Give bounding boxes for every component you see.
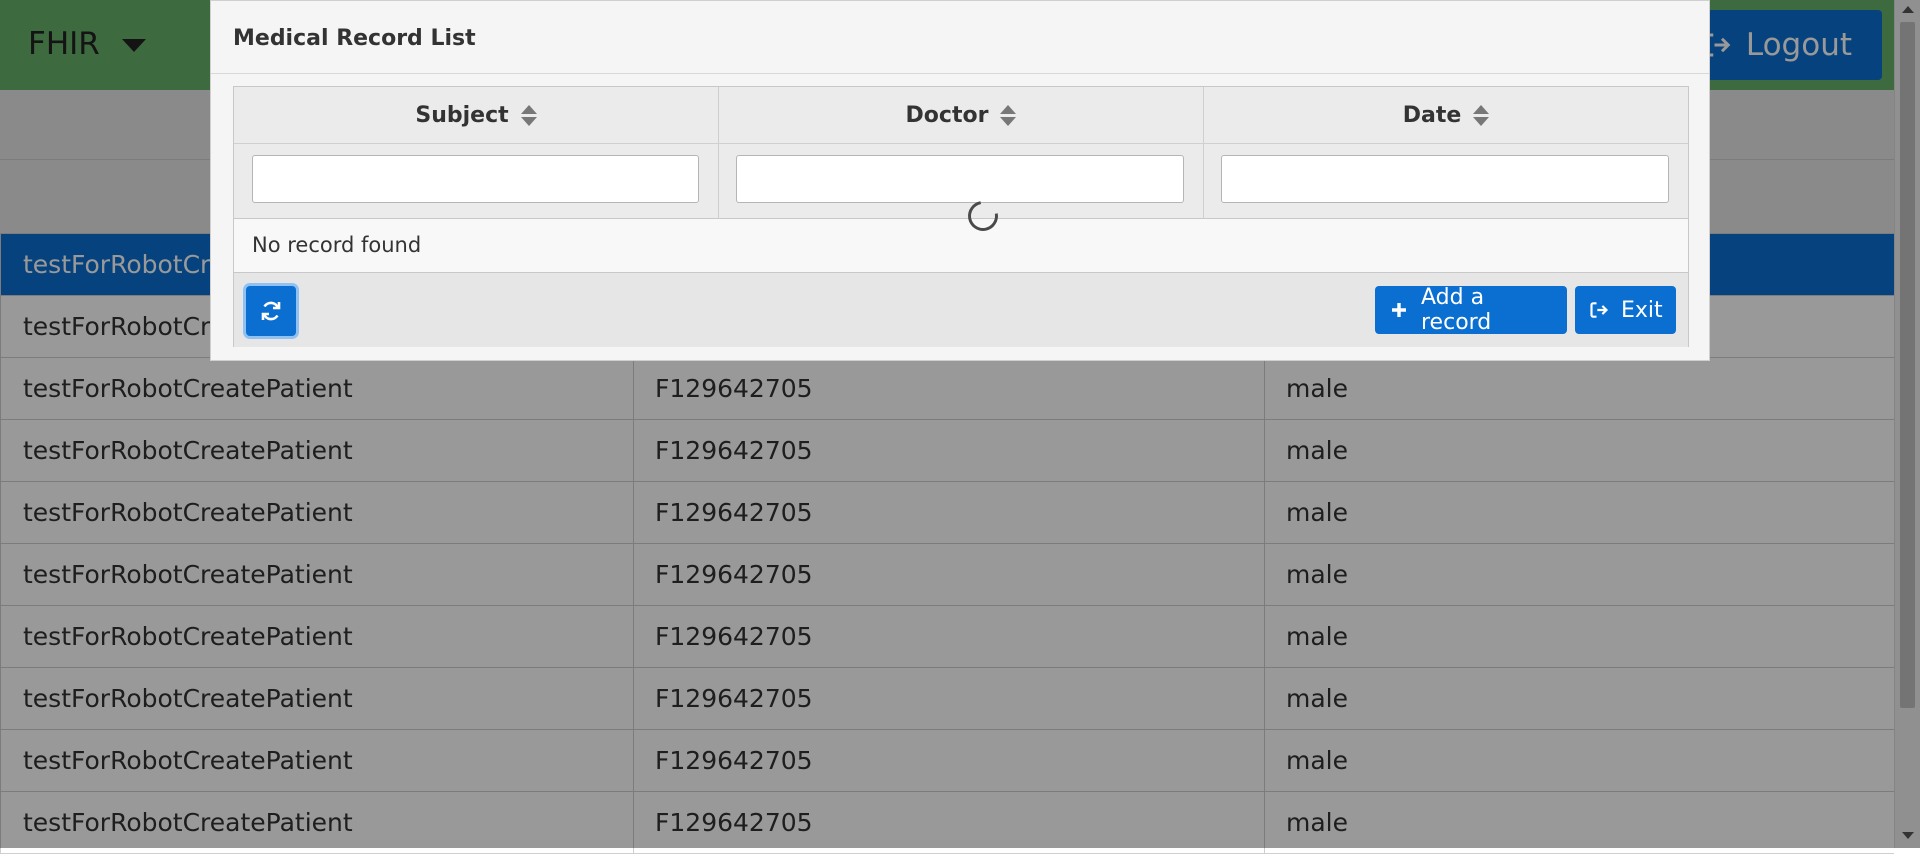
divider (211, 73, 1709, 74)
column-label: Date (1402, 102, 1462, 128)
column-divider (718, 87, 719, 219)
dialog-title: Medical Record List (233, 26, 476, 51)
empty-message-row: No record found (234, 220, 1688, 273)
empty-message: No record found (252, 233, 422, 257)
column-header-date[interactable]: Date (1204, 87, 1688, 144)
column-header-doctor[interactable]: Doctor (719, 87, 1203, 144)
table-footer-toolbar: Add a record Exit (234, 273, 1688, 347)
doctor-filter-input[interactable] (736, 155, 1184, 203)
subject-filter-input[interactable] (252, 155, 699, 203)
sign-out-icon (1590, 302, 1609, 318)
sort-icon (520, 104, 537, 126)
medical-record-table: Subject Doctor Date No record found Add … (233, 86, 1689, 347)
add-record-label: Add a record (1421, 285, 1492, 335)
column-divider (1203, 87, 1204, 219)
sort-icon (1473, 104, 1490, 126)
refresh-button[interactable] (246, 286, 296, 336)
add-record-button[interactable]: Add a record (1375, 285, 1567, 335)
exit-button[interactable]: Exit (1575, 286, 1676, 334)
exit-label: Exit (1621, 297, 1663, 323)
medical-record-dialog: Medical Record List Subject Doctor Date … (210, 0, 1710, 361)
date-filter-input[interactable] (1221, 155, 1669, 203)
column-header-subject[interactable]: Subject (234, 87, 718, 144)
refresh-icon (261, 301, 281, 321)
sort-icon (1000, 104, 1017, 126)
filter-row (234, 144, 1688, 219)
plus-icon (1392, 303, 1406, 317)
column-label: Subject (415, 102, 509, 128)
column-label: Doctor (905, 102, 989, 128)
